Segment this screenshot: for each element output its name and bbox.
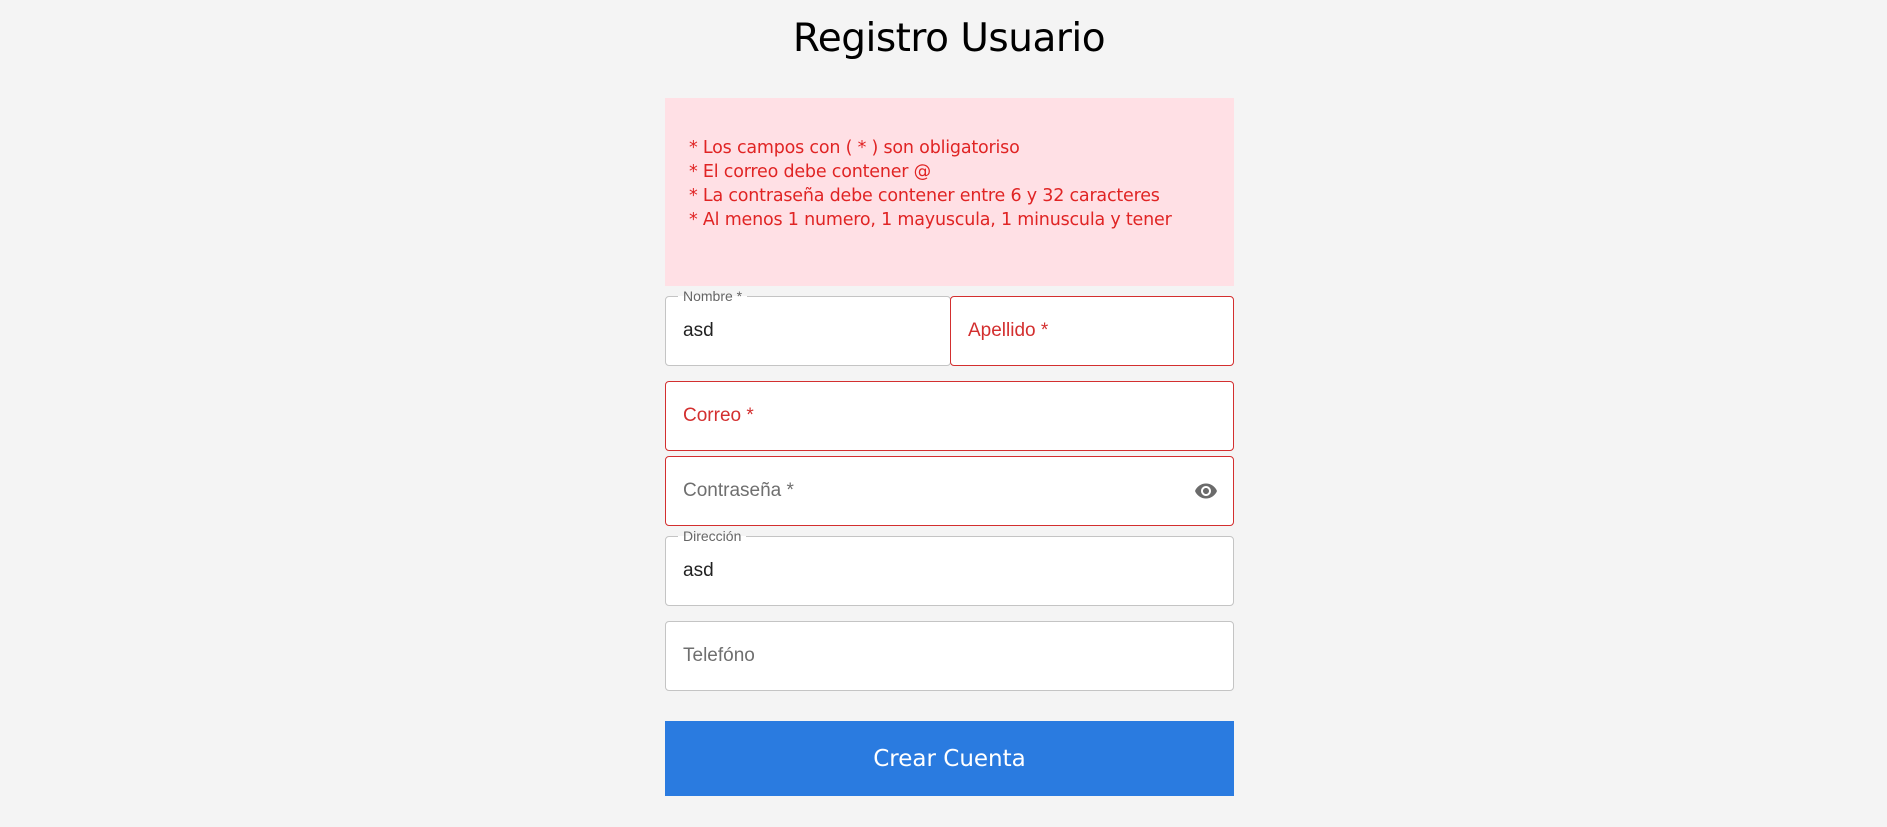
correo-label: Correo *: [683, 405, 754, 426]
validation-alert: * Los campos con ( * ) son obligatoriso …: [665, 98, 1234, 286]
crear-cuenta-button[interactable]: Crear Cuenta: [665, 721, 1234, 796]
contrasena-label: Contraseña *: [683, 480, 794, 501]
telefono-field[interactable]: Telefóno: [665, 621, 1234, 691]
registration-page: Registro Usuario * Los campos con ( * ) …: [0, 0, 1887, 827]
registration-form: * Los campos con ( * ) son obligatoriso …: [665, 98, 1234, 796]
alert-line: * La contraseña debe contener entre 6 y …: [689, 186, 1160, 206]
page-title: Registro Usuario: [792, 16, 1106, 61]
direccion-input-value[interactable]: asd: [683, 537, 714, 605]
telefono-label: Telefóno: [683, 645, 755, 666]
apellido-field[interactable]: Apellido *: [950, 296, 1234, 366]
contrasena-field[interactable]: Contraseña *: [665, 456, 1234, 526]
alert-line: * El correo debe contener @: [689, 162, 931, 182]
nombre-field[interactable]: Nombre * asd: [665, 288, 951, 366]
apellido-label: Apellido *: [968, 320, 1049, 341]
alert-line: * Al menos 1 numero, 1 mayuscula, 1 minu…: [689, 210, 1172, 230]
alert-line: * Los campos con ( * ) son obligatoriso: [689, 138, 1020, 158]
eye-icon[interactable]: [1191, 479, 1221, 503]
direccion-field[interactable]: Dirección asd: [665, 528, 1234, 606]
correo-field[interactable]: Correo *: [665, 381, 1234, 451]
nombre-input-value[interactable]: asd: [683, 297, 714, 365]
